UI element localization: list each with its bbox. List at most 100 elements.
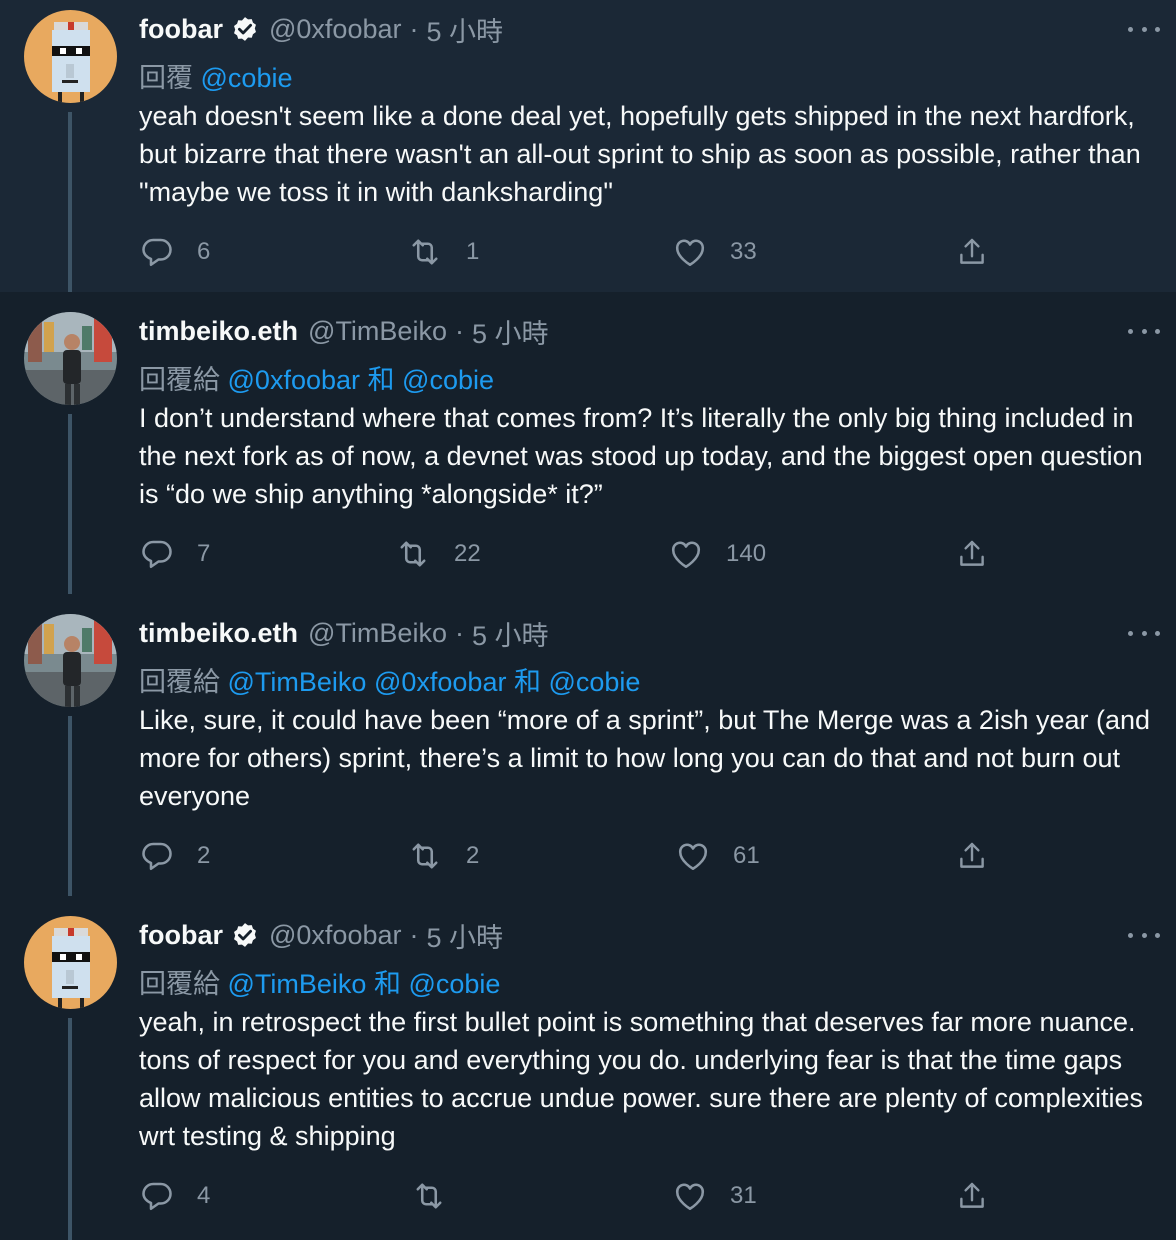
separator-dot: · [409,13,419,44]
timestamp[interactable]: 5 小時 [472,312,549,351]
avatar[interactable] [24,10,117,103]
separator-dot: · [454,315,464,346]
display-name[interactable]: foobar [139,920,223,951]
timestamp[interactable]: 5 小時 [426,10,503,49]
thread-line [68,112,72,292]
mention-link[interactable]: @cobie [402,365,494,395]
like-button[interactable]: 140 [668,536,766,572]
like-count: 31 [730,1182,757,1209]
more-options-icon[interactable] [1128,626,1160,640]
mention-link[interactable]: @TimBeiko [228,969,367,999]
mention-link[interactable]: @cobie [548,667,640,697]
share-button[interactable] [955,838,989,874]
reply-prefix: 回覆給 [139,365,220,395]
display-name[interactable]: timbeiko.eth [139,316,298,347]
reply-context: 回覆給 @0xfoobar 和 @cobie [139,358,494,397]
thread-line [68,716,72,896]
share-button[interactable] [955,234,989,270]
like-icon [675,1183,705,1211]
display-name[interactable]: foobar [139,14,223,45]
share-icon [960,238,984,264]
tweet-header: foobar @0xfoobar · 5 小時 [139,10,503,49]
mention-link[interactable]: @TimBeiko [228,667,367,697]
user-handle[interactable]: @0xfoobar [269,14,401,45]
like-icon [675,239,705,267]
more-options-icon[interactable] [1128,324,1160,338]
tweet-header: foobar @0xfoobar · 5 小時 [139,916,503,955]
timestamp[interactable]: 5 小時 [426,916,503,955]
separator-dot: · [454,617,464,648]
like-icon [678,843,708,871]
reply-context: 回覆 @cobie [139,56,292,95]
retweet-button[interactable]: 1 [406,234,479,270]
retweet-count: 2 [466,842,480,869]
and-conjunction: 和 [513,667,541,697]
reply-prefix: 回覆 [139,63,193,93]
and-conjunction: 和 [367,365,395,395]
separator-dot: · [409,919,419,950]
retweet-button[interactable]: 2 [406,838,479,874]
verified-badge-icon [231,15,259,43]
verified-badge-icon [231,921,259,949]
reply-button[interactable]: 2 [139,838,210,874]
reply-button[interactable]: 6 [139,234,210,270]
retweet-button[interactable] [410,1178,448,1214]
like-button[interactable]: 61 [675,838,760,874]
user-handle[interactable]: @0xfoobar [269,920,401,951]
avatar[interactable] [24,614,117,707]
reply-prefix: 回覆給 [139,969,220,999]
tweet[interactable]: timbeiko.eth @TimBeiko · 5 小時 回覆給 @TimBe… [0,594,1176,896]
reply-icon [142,1182,172,1211]
retweet-icon [400,541,426,567]
tweet-header: timbeiko.eth @TimBeiko · 5 小時 [139,312,549,351]
display-name[interactable]: timbeiko.eth [139,618,298,649]
mention-link[interactable]: @0xfoobar [228,365,360,395]
user-handle[interactable]: @TimBeiko [308,316,447,347]
reply-count: 2 [197,842,211,869]
tweet-text: I don’t understand where that comes from… [139,403,1143,509]
reply-context: 回覆給 @TimBeiko 和 @cobie [139,962,500,1001]
retweet-icon [416,1183,442,1209]
share-icon [960,540,984,566]
reply-icon [142,238,172,267]
tweet[interactable]: timbeiko.eth @TimBeiko · 5 小時 回覆給 @0xfoo… [0,292,1176,594]
avatar[interactable] [24,916,117,1009]
mention-link[interactable]: @cobie [201,63,293,93]
like-count: 61 [733,842,760,869]
more-options-icon[interactable] [1128,928,1160,942]
reply-icon [142,842,172,871]
timestamp[interactable]: 5 小時 [472,614,549,653]
like-count: 33 [730,238,757,265]
retweet-button[interactable]: 22 [394,536,481,572]
thread-line [68,1018,72,1240]
thread-line [68,414,72,594]
reply-icon [142,540,172,569]
like-button[interactable]: 31 [672,1178,757,1214]
share-button[interactable] [955,536,989,572]
tweet-text: yeah doesn't seem like a done deal yet, … [139,101,1141,207]
tweet-text: yeah, in retrospect the first bullet poi… [139,1007,1144,1151]
mention-link[interactable]: @cobie [408,969,500,999]
tweet[interactable]: foobar @0xfoobar · 5 小時 回覆給 @TimBeiko 和 … [0,896,1176,1240]
reply-button[interactable]: 7 [139,536,210,572]
mention-link[interactable]: @0xfoobar [374,667,506,697]
reply-count: 7 [197,540,211,567]
reply-count: 6 [197,238,211,265]
retweet-count: 1 [466,238,480,265]
avatar[interactable] [24,312,117,405]
share-button[interactable] [955,1178,989,1214]
retweet-icon [412,239,438,265]
retweet-count: 22 [454,540,481,567]
reply-prefix: 回覆給 [139,667,220,697]
tweet-text: Like, sure, it could have been “more of … [139,705,1151,811]
reply-button[interactable]: 4 [139,1178,210,1214]
tweet-header: timbeiko.eth @TimBeiko · 5 小時 [139,614,549,653]
like-count: 140 [726,540,767,567]
retweet-icon [412,843,438,869]
like-icon [671,541,701,569]
user-handle[interactable]: @TimBeiko [308,618,447,649]
like-button[interactable]: 33 [672,234,757,270]
tweet[interactable]: foobar @0xfoobar · 5 小時 回覆 @cobie yeah d… [0,0,1176,292]
and-conjunction: 和 [373,969,401,999]
more-options-icon[interactable] [1128,22,1160,36]
